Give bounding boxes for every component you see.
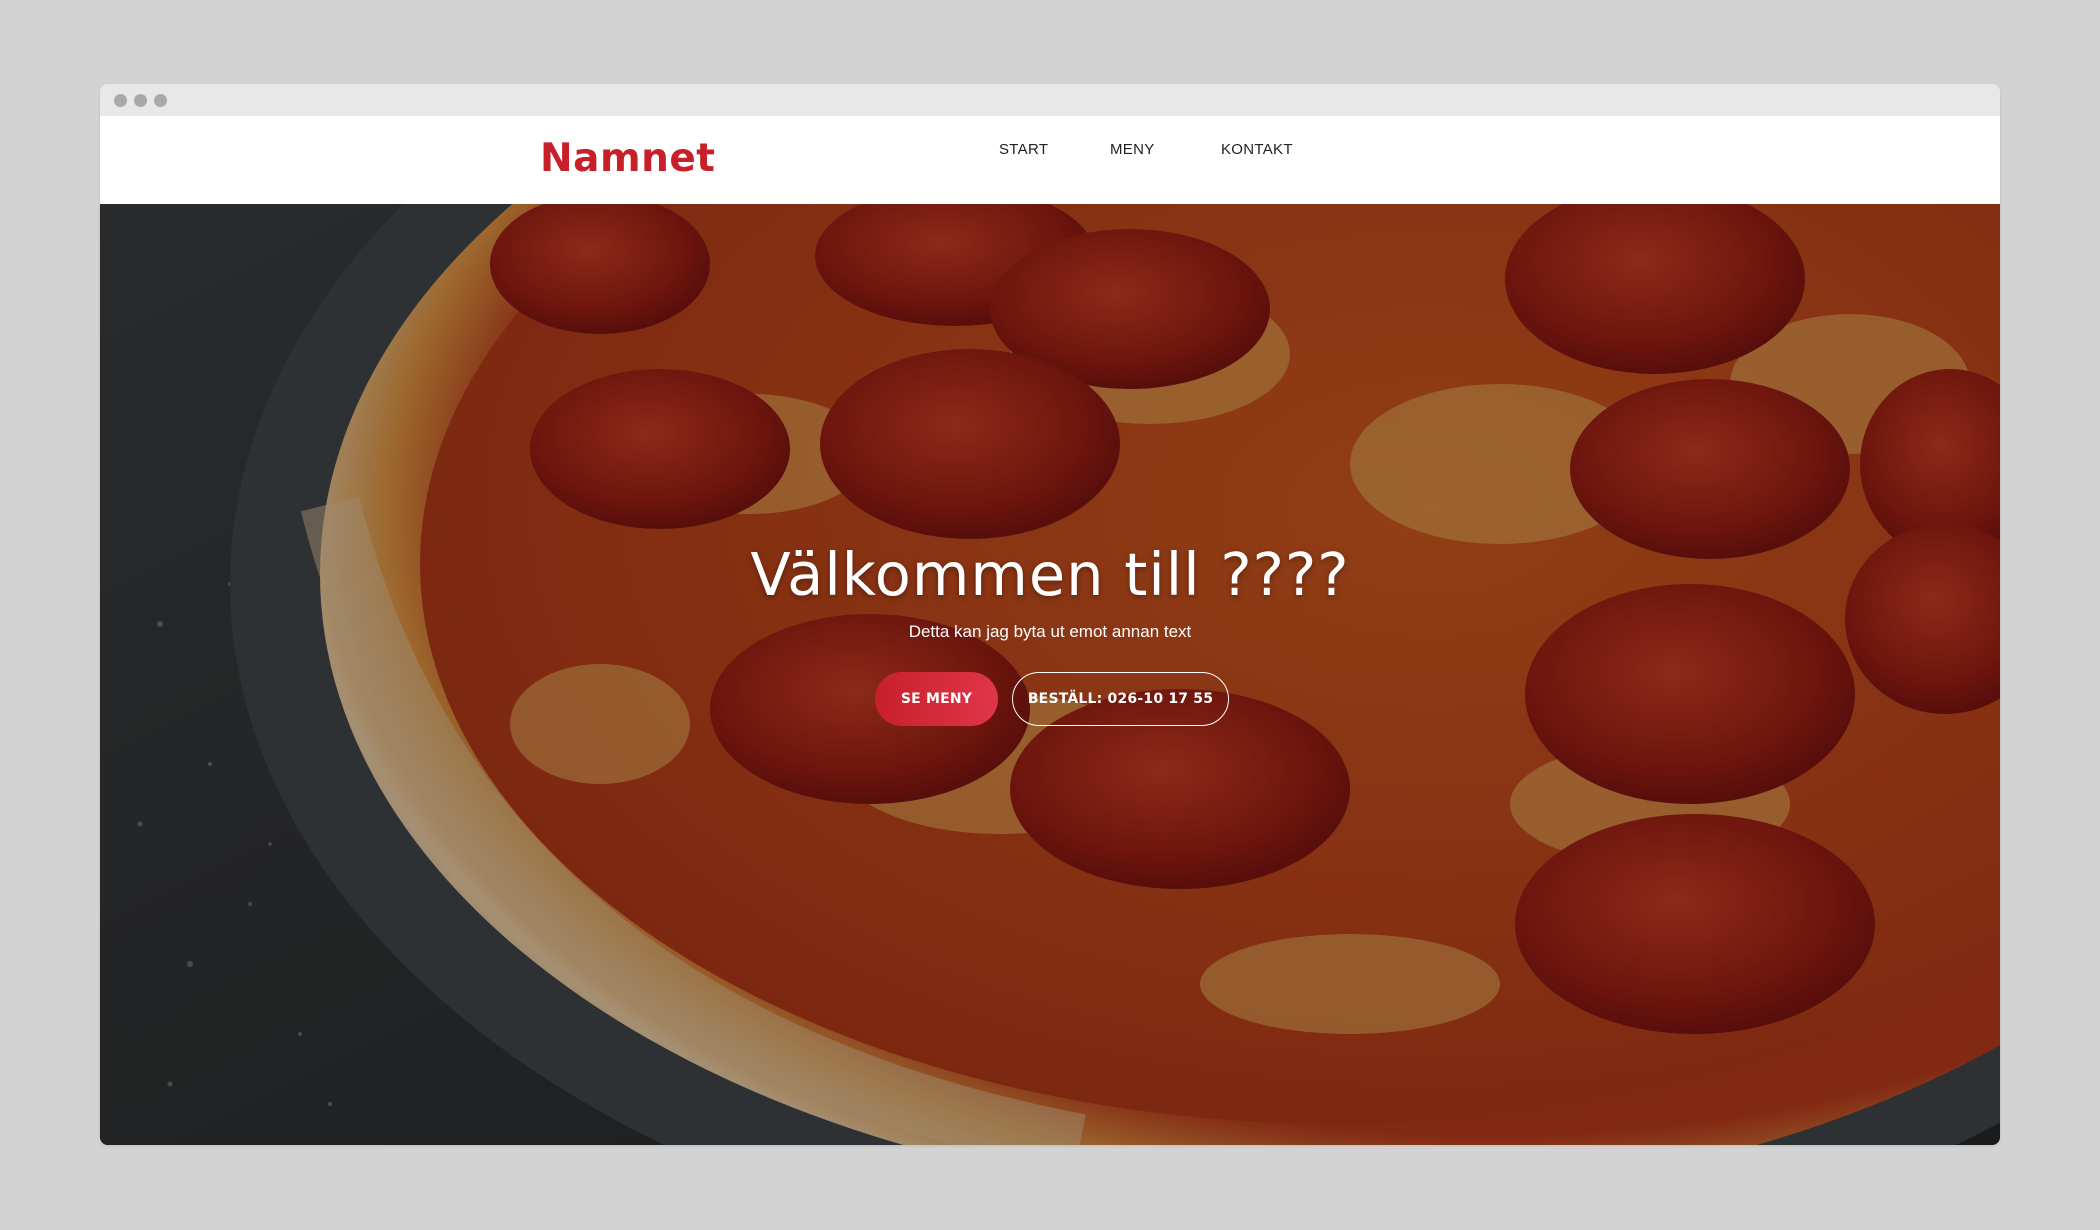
window-titlebar <box>100 84 2000 116</box>
hero-title: Välkommen till ???? <box>750 540 1350 609</box>
hero-subtitle: Detta kan jag byta ut emot annan text <box>908 622 1192 641</box>
site-header: Namnet START MENY KONTAKT <box>100 116 2000 204</box>
site-logo[interactable]: Namnet <box>540 136 715 183</box>
window-dot-icon[interactable] <box>134 94 147 107</box>
see-menu-button[interactable]: SE MENY <box>875 672 998 726</box>
browser-window: Namnet START MENY KONTAKT Välkommen till… <box>100 84 2000 1145</box>
nav-link-kontakt[interactable]: KONTAKT <box>1221 140 1293 160</box>
window-dot-icon[interactable] <box>114 94 127 107</box>
hero-section: Välkommen till ???? Detta kan jag byta u… <box>100 204 2000 1145</box>
order-phone-button[interactable]: BESTÄLL: 026-10 17 55 <box>1012 672 1229 726</box>
window-dot-icon[interactable] <box>154 94 167 107</box>
nav-link-start[interactable]: START <box>999 140 1048 160</box>
nav-link-meny[interactable]: MENY <box>1110 140 1155 160</box>
